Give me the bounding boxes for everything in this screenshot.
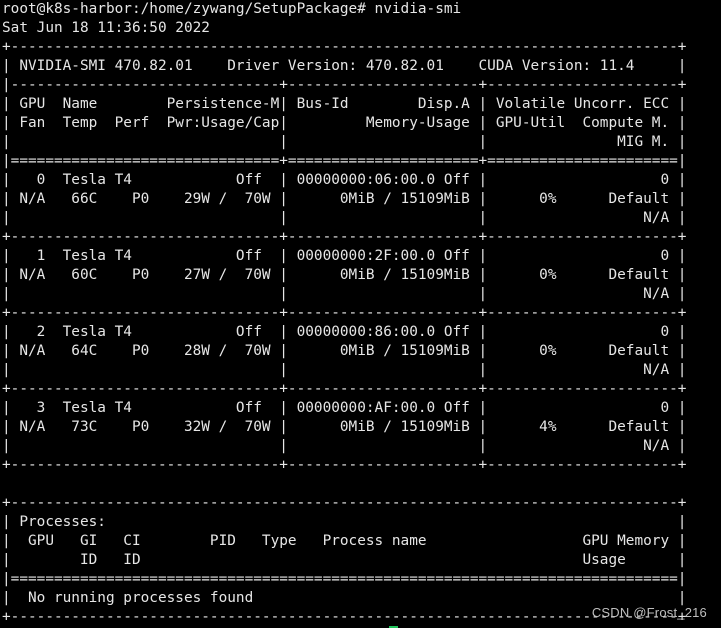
gpu-0-row: | 0 Tesla T4 Off | 00000000:06:00.0 Off … bbox=[2, 172, 687, 188]
gpu-3-row: | | | N/A | bbox=[2, 438, 687, 454]
table-border: +-------------------------------+-------… bbox=[2, 457, 687, 473]
table-border: +-------------------------------+-------… bbox=[2, 229, 687, 245]
gpu-2-row: | N/A 64C P0 28W / 70W | 0MiB / 15109MiB… bbox=[2, 343, 687, 359]
gpu-3-row: | 3 Tesla T4 Off | 00000000:AF:00.0 Off … bbox=[2, 400, 687, 416]
smi-version-header: | NVIDIA-SMI 470.82.01 Driver Version: 4… bbox=[2, 58, 687, 74]
gpu-2-row: | 2 Tesla T4 Off | 00000000:86:00.0 Off … bbox=[2, 324, 687, 340]
watermark: CSDN @Frost_216 bbox=[591, 605, 707, 620]
gpu-0-row: | | | N/A | bbox=[2, 210, 687, 226]
processes-column-header: | ID ID Usage | bbox=[2, 552, 687, 568]
terminal-line-command: root@k8s-harbor:/home/zywang/SetupPackag… bbox=[2, 1, 462, 17]
gpu-column-header-row: | GPU Name Persistence-M| Bus-Id Disp.A … bbox=[2, 96, 687, 112]
gpu-column-header-row: | | | MIG M. | bbox=[2, 134, 687, 150]
terminal-line-timestamp: Sat Jun 18 11:36:50 2022 bbox=[2, 20, 210, 36]
gpu-0-row: | N/A 66C P0 29W / 70W | 0MiB / 15109MiB… bbox=[2, 191, 687, 207]
table-border: +-------------------------------+-------… bbox=[2, 381, 687, 397]
gpu-1-row: | | | N/A | bbox=[2, 286, 687, 302]
gpu-3-row: | N/A 73C P0 32W / 70W | 0MiB / 15109MiB… bbox=[2, 419, 687, 435]
gpu-column-header-row: | Fan Temp Perf Pwr:Usage/Cap| Memory-Us… bbox=[2, 115, 687, 131]
table-border: +---------------------------------------… bbox=[2, 39, 687, 55]
gpu-2-row: | | | N/A | bbox=[2, 362, 687, 378]
table-border: |-------------------------------+-------… bbox=[2, 77, 687, 93]
table-border: |===============================+=======… bbox=[2, 153, 687, 169]
terminal-window[interactable]: root@k8s-harbor:/home/zywang/SetupPackag… bbox=[0, 0, 721, 628]
table-border: +-------------------------------+-------… bbox=[2, 305, 687, 321]
gpu-1-row: | 1 Tesla T4 Off | 00000000:2F:00.0 Off … bbox=[2, 248, 687, 264]
table-border: +---------------------------------------… bbox=[2, 495, 687, 511]
table-border: |=======================================… bbox=[2, 571, 687, 587]
processes-title: | Processes: | bbox=[2, 514, 687, 530]
gpu-1-row: | N/A 60C P0 27W / 70W | 0MiB / 15109MiB… bbox=[2, 267, 687, 283]
processes-column-header: | GPU GI CI PID Type Process name GPU Me… bbox=[2, 533, 687, 549]
